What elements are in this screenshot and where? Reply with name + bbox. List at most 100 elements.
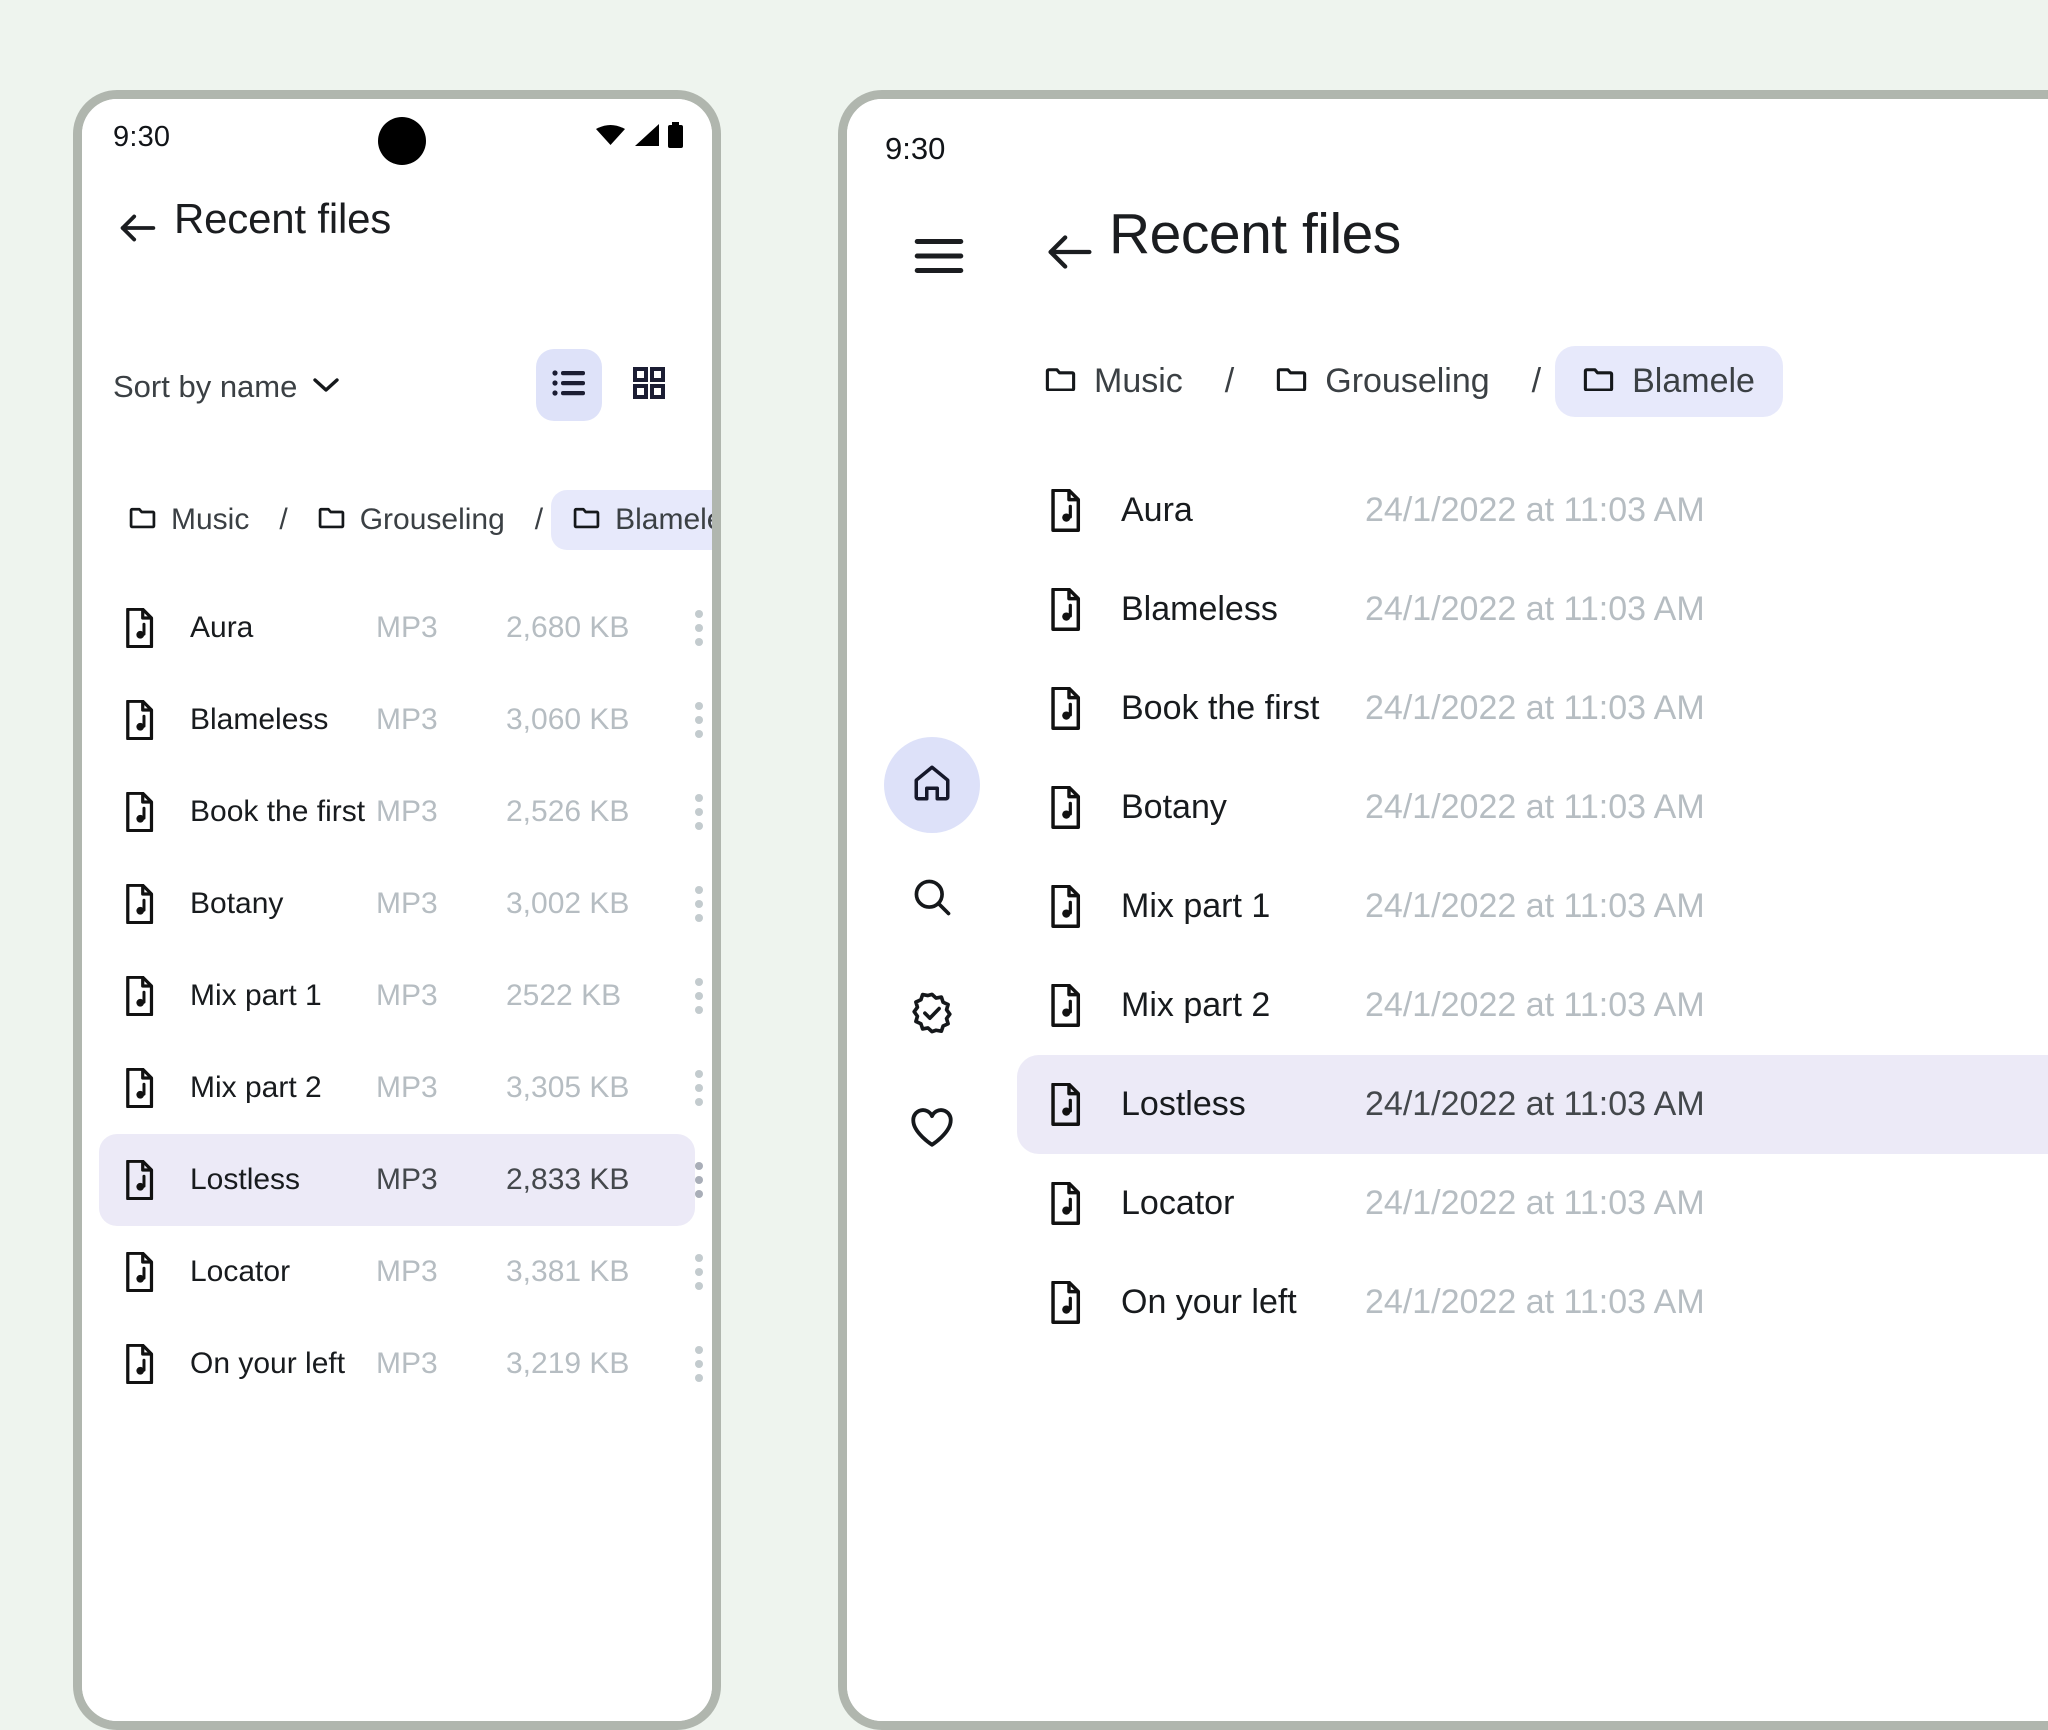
battery-icon (667, 122, 684, 148)
breadcrumb-item-blamele[interactable]: Blamele (1555, 345, 1783, 417)
file-row[interactable]: Book the first MP3 2,526 KB (99, 766, 703, 858)
file-row[interactable]: Locator MP3 3,381 KB (99, 1226, 703, 1318)
nav-rail-item-verified[interactable] (884, 967, 980, 1063)
music-file-icon (119, 1068, 159, 1108)
more-vert-icon[interactable] (686, 794, 712, 830)
file-row[interactable]: Mix part 2 24/1/2022 at 11:03 AM (1017, 956, 2048, 1055)
file-size: 3,305 KB (506, 1071, 630, 1104)
file-modified-date: 24/1/2022 at 11:03 AM (1365, 491, 1705, 529)
nav-rail-item-home[interactable] (884, 737, 980, 833)
file-name: On your left (190, 1347, 346, 1380)
verified-icon (909, 990, 955, 1041)
more-vert-icon[interactable] (686, 610, 712, 646)
breadcrumb-item-grouseling[interactable]: Grouseling (1248, 346, 1517, 417)
music-file-icon (1045, 885, 1085, 928)
music-file-icon (119, 700, 159, 740)
heart-icon (909, 1106, 955, 1153)
more-vert-icon[interactable] (686, 1070, 712, 1106)
more-vert-icon[interactable] (686, 1162, 712, 1198)
file-row[interactable]: On your left MP3 3,219 KB (99, 1318, 703, 1410)
file-size: 2,833 KB (506, 1163, 630, 1196)
file-row[interactable]: Mix part 1 MP3 2522 KB (99, 950, 703, 1042)
file-name: Mix part 2 (1121, 986, 1271, 1024)
phone-device-frame: 9:30 Recent files Sort by name Music / G… (73, 90, 721, 1730)
view-toggle-group (536, 349, 682, 421)
nav-rail-item-search[interactable] (884, 851, 980, 947)
file-modified-date: 24/1/2022 at 11:03 AM (1365, 1184, 1705, 1222)
file-modified-date: 24/1/2022 at 11:03 AM (1365, 788, 1705, 826)
hamburger-menu-icon[interactable] (910, 227, 968, 285)
status-time: 9:30 (113, 121, 171, 153)
music-file-icon (119, 1160, 159, 1200)
file-name: Aura (1121, 491, 1193, 529)
file-row[interactable]: Lostless 24/1/2022 at 11:03 AM (1017, 1055, 2048, 1154)
file-row[interactable]: Locator 24/1/2022 at 11:03 AM (1017, 1154, 2048, 1253)
breadcrumb-separator: / (534, 503, 544, 536)
file-row[interactable]: On your left 24/1/2022 at 11:03 AM (1017, 1253, 2048, 1352)
file-name: Botany (1121, 788, 1227, 826)
file-row[interactable]: Mix part 1 24/1/2022 at 11:03 AM (1017, 857, 2048, 956)
grid-view-button[interactable] (616, 349, 682, 421)
breadcrumb-separator: / (1531, 361, 1542, 400)
file-row[interactable]: Aura MP3 2,680 KB (99, 582, 703, 674)
file-type: MP3 (376, 887, 438, 920)
file-modified-date: 24/1/2022 at 11:03 AM (1365, 986, 1705, 1024)
music-file-icon (119, 1344, 159, 1384)
file-name: Botany (190, 887, 284, 920)
file-row[interactable]: Mix part 2 MP3 3,305 KB (99, 1042, 703, 1134)
music-file-icon (119, 792, 159, 832)
file-size: 2522 KB (506, 979, 622, 1012)
file-row[interactable]: Book the first 24/1/2022 at 11:03 AM (1017, 659, 2048, 758)
file-size: 2,680 KB (506, 611, 630, 644)
breadcrumb-label: Music (171, 503, 250, 536)
breadcrumb-separator: / (1224, 361, 1235, 400)
breadcrumb-item-grouseling[interactable]: Grouseling (296, 490, 527, 550)
front-camera-dot (378, 117, 426, 165)
more-vert-icon[interactable] (686, 978, 712, 1014)
page-title: Recent files (1109, 202, 1401, 266)
breadcrumb-item-blameless[interactable]: Blameless (551, 490, 712, 550)
file-name: Mix part 1 (1121, 887, 1271, 925)
breadcrumb-separator: / (279, 503, 288, 536)
file-type: MP3 (376, 703, 438, 736)
more-vert-icon[interactable] (686, 702, 712, 738)
folder-icon (573, 506, 600, 533)
more-vert-icon[interactable] (686, 1254, 712, 1290)
music-file-icon (1045, 1083, 1085, 1126)
arrow-back-icon[interactable] (1041, 223, 1099, 281)
file-row[interactable]: Aura 24/1/2022 at 11:03 AM (1017, 461, 2048, 560)
page-title: Recent files (174, 195, 392, 242)
sort-by-name-dropdown[interactable]: Sort by name (113, 369, 340, 405)
breadcrumb-item-music[interactable]: Music (107, 490, 271, 550)
cell-signal-icon (633, 123, 660, 147)
list-view-button[interactable] (536, 349, 602, 421)
file-name: On your left (1121, 1283, 1297, 1321)
file-name: Lostless (1121, 1085, 1246, 1123)
file-list: Aura 24/1/2022 at 11:03 AM Blameless 24/1/2… (1017, 461, 2048, 1352)
status-time: 9:30 (885, 131, 946, 166)
file-size: 2,526 KB (506, 795, 630, 828)
file-size: 3,219 KB (506, 1347, 630, 1380)
file-row[interactable]: Botany MP3 3,002 KB (99, 858, 703, 950)
file-row[interactable]: Lostless MP3 2,833 KB (99, 1134, 703, 1226)
file-type: MP3 (376, 1347, 438, 1380)
file-row[interactable]: Botany 24/1/2022 at 11:03 AM (1017, 758, 2048, 857)
breadcrumb-label: Grouseling (1325, 361, 1490, 400)
breadcrumb-label: Blameless (615, 503, 712, 536)
file-row[interactable]: Blameless 24/1/2022 at 11:03 AM (1017, 560, 2048, 659)
breadcrumb-item-music[interactable]: Music (1017, 346, 1211, 417)
breadcrumb-label: Music (1094, 361, 1183, 400)
arrow-back-icon[interactable] (115, 205, 161, 251)
phone-status-bar: 9:30 (82, 99, 712, 183)
more-vert-icon[interactable] (686, 1346, 712, 1382)
chevron-down-icon (313, 377, 340, 398)
file-row[interactable]: Blameless MP3 3,060 KB (99, 674, 703, 766)
tablet-device-frame: 9:30 Recent files Music / Grouseling / Blame… (838, 90, 2048, 1730)
more-vert-icon[interactable] (686, 886, 712, 922)
home-icon (911, 762, 953, 809)
file-type: MP3 (376, 1255, 438, 1288)
nav-rail-item-heart[interactable] (884, 1081, 980, 1177)
file-list: Aura MP3 2,680 KB Blameless MP3 3,060 KB Book … (82, 582, 712, 1410)
tablet-screen: 9:30 Recent files Music / Grouseling / Blame… (847, 99, 2048, 1721)
file-modified-date: 24/1/2022 at 11:03 AM (1365, 689, 1705, 727)
